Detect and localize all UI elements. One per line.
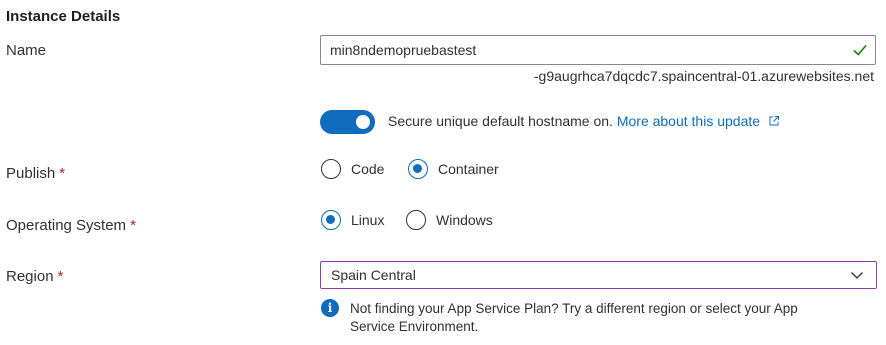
toggle-knob xyxy=(356,115,370,129)
os-option-linux[interactable]: Linux xyxy=(321,210,384,230)
more-about-update-link[interactable]: More about this update xyxy=(617,113,780,129)
name-input[interactable]: min8ndemopruebastest xyxy=(320,35,876,65)
name-label-text: Name xyxy=(6,42,47,59)
required-asterisk: * xyxy=(59,165,66,182)
secure-hostname-text: Secure unique default hostname on. More … xyxy=(388,113,780,129)
more-about-update-link-text: More about this update xyxy=(616,113,761,129)
publish-option-code-label: Code xyxy=(351,161,385,177)
publish-label-text: Publish xyxy=(6,165,56,182)
publish-option-container[interactable]: Container xyxy=(408,159,499,179)
os-option-windows[interactable]: Windows xyxy=(406,210,493,230)
required-asterisk: * xyxy=(57,268,64,285)
check-icon xyxy=(853,44,867,56)
required-asterisk: * xyxy=(130,217,136,234)
radio-button-container[interactable] xyxy=(408,159,428,179)
region-info-message: Not finding your App Service Plan? Try a… xyxy=(350,300,870,336)
radio-button-code[interactable] xyxy=(321,159,341,179)
os-label-text: Operating System xyxy=(6,217,127,234)
os-label: Operating System * xyxy=(6,217,136,234)
os-option-windows-label: Windows xyxy=(436,212,493,228)
publish-option-code[interactable]: Code xyxy=(321,159,384,179)
region-dropdown-value: Spain Central xyxy=(331,267,416,283)
external-link-icon xyxy=(769,116,779,126)
secure-hostname-label: Secure unique default hostname on. xyxy=(388,113,613,129)
name-label: Name xyxy=(6,42,46,59)
secure-hostname-toggle[interactable] xyxy=(320,110,375,134)
section-title: Instance Details xyxy=(6,8,121,25)
radio-button-linux[interactable] xyxy=(321,210,341,230)
publish-option-container-label: Container xyxy=(438,161,499,177)
region-dropdown[interactable]: Spain Central xyxy=(320,261,877,289)
info-icon: i xyxy=(321,299,339,317)
publish-label: Publish * xyxy=(6,165,65,182)
hostname-suffix: -g9augrhca7dqcdc7.spaincentral-01.azurew… xyxy=(533,68,874,84)
info-text-line1: Not finding your App Service Plan? Try a… xyxy=(350,301,798,316)
os-option-linux-label: Linux xyxy=(351,212,385,228)
name-input-value: min8ndemopruebastest xyxy=(330,42,477,58)
chevron-down-icon xyxy=(851,272,863,279)
region-label: Region * xyxy=(6,268,63,285)
info-text-line2: Service Environment. xyxy=(350,319,479,334)
region-label-text: Region xyxy=(6,268,54,285)
radio-button-windows[interactable] xyxy=(406,210,426,230)
